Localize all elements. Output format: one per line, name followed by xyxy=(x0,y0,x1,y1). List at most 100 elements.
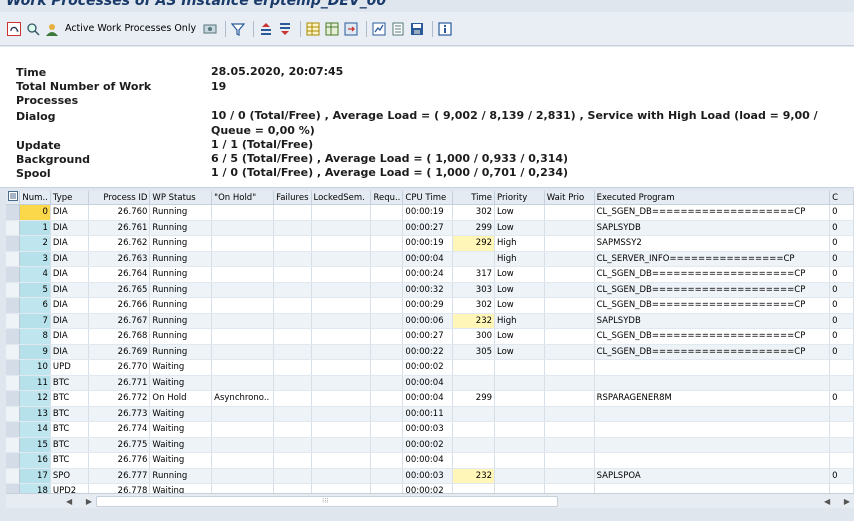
cell-wp-status[interactable]: Waiting xyxy=(149,437,213,453)
cell-executed-program[interactable] xyxy=(594,437,831,453)
cell-requ[interactable] xyxy=(370,359,404,376)
cell-wp-status[interactable]: Waiting xyxy=(149,359,213,376)
save-icon[interactable] xyxy=(409,21,425,37)
cell-cpu-time[interactable]: 00:00:02 xyxy=(402,483,454,493)
cell-on-hold[interactable] xyxy=(211,468,275,484)
column-header-cpu-time[interactable]: CPU Time xyxy=(402,191,454,205)
column-header-process-id[interactable]: Process ID xyxy=(88,191,151,205)
cell-cpu-time[interactable]: 00:00:02 xyxy=(402,437,454,453)
cell-requ[interactable] xyxy=(370,251,404,267)
cell-wp-status[interactable]: Running xyxy=(149,328,213,345)
cell-failures[interactable] xyxy=(273,297,312,314)
cell-c[interactable] xyxy=(829,359,854,376)
cell-cpu-time[interactable]: 00:00:22 xyxy=(402,344,454,360)
cell-c[interactable]: 0 xyxy=(829,313,854,329)
cell-executed-program[interactable]: SAPMSSY2 xyxy=(594,235,831,252)
cell-on-hold[interactable] xyxy=(211,313,275,329)
cell-failures[interactable] xyxy=(273,452,312,469)
cell-failures[interactable] xyxy=(273,235,312,252)
column-header-time[interactable]: Time xyxy=(452,191,496,205)
cell-priority[interactable]: High xyxy=(494,251,545,267)
export-icon[interactable] xyxy=(343,21,359,37)
cell-process-id[interactable]: 26.774 xyxy=(88,421,151,438)
cell-wp-status[interactable]: Waiting xyxy=(149,483,213,493)
cell-num[interactable]: 14 xyxy=(19,421,51,438)
table-row[interactable]: 18 UPD2 26.778 Waiting 00:00:02 xyxy=(6,483,854,493)
cell-locked-sem[interactable] xyxy=(311,452,372,469)
column-header-locked-sem[interactable]: LockedSem. xyxy=(311,191,372,205)
cell-locked-sem[interactable] xyxy=(311,266,372,283)
cell-priority[interactable]: Low xyxy=(494,297,545,314)
cell-locked-sem[interactable] xyxy=(311,359,372,376)
cell-process-id[interactable]: 26.767 xyxy=(88,313,151,329)
horizontal-scrollbar[interactable]: ◀ ▶ ⁝⁝⁝ ◀ ▶ xyxy=(6,493,854,508)
cell-on-hold[interactable] xyxy=(211,266,275,283)
cell-wait-prio[interactable] xyxy=(544,421,595,438)
row-selector[interactable] xyxy=(6,328,21,345)
cell-num[interactable]: 17 xyxy=(19,468,51,484)
cell-c[interactable] xyxy=(829,421,854,438)
cell-process-id[interactable]: 26.766 xyxy=(88,297,151,314)
cell-type[interactable]: DIA xyxy=(50,220,89,236)
cell-locked-sem[interactable] xyxy=(311,344,372,360)
column-header-wait-prio[interactable]: Wait Prio xyxy=(544,191,595,205)
cell-locked-sem[interactable] xyxy=(311,468,372,484)
cell-wp-status[interactable]: Running xyxy=(149,266,213,283)
cell-c[interactable]: 0 xyxy=(829,468,854,484)
row-selector[interactable] xyxy=(6,468,21,484)
cell-c[interactable]: 0 xyxy=(829,328,854,345)
cell-wp-status[interactable]: Running xyxy=(149,468,213,484)
cell-requ[interactable] xyxy=(370,452,404,469)
cell-process-id[interactable]: 26.777 xyxy=(88,468,151,484)
cell-wait-prio[interactable] xyxy=(544,344,595,360)
cell-num[interactable]: 7 xyxy=(19,313,51,329)
cell-priority[interactable] xyxy=(494,359,545,376)
cell-c[interactable]: 0 xyxy=(829,220,854,236)
cell-num[interactable]: 2 xyxy=(19,235,51,252)
cell-priority[interactable] xyxy=(494,390,545,407)
cell-time[interactable]: 300 xyxy=(452,328,496,345)
cell-executed-program[interactable] xyxy=(594,406,831,422)
column-header-requ[interactable]: Requ.. xyxy=(370,191,404,205)
cell-locked-sem[interactable] xyxy=(311,282,372,298)
cell-wait-prio[interactable] xyxy=(544,468,595,484)
cell-num[interactable]: 4 xyxy=(19,266,51,283)
cell-executed-program[interactable]: CL_SERVER_INFO================CP xyxy=(594,251,831,267)
cell-on-hold[interactable] xyxy=(211,220,275,236)
table-row[interactable]: 12 BTC 26.772 On Hold Asynchrono.. 00:00:04 29… xyxy=(6,390,854,407)
cell-type[interactable]: DIA xyxy=(50,297,89,314)
cell-wait-prio[interactable] xyxy=(544,282,595,298)
user-icon[interactable] xyxy=(44,21,60,37)
cell-time[interactable] xyxy=(452,359,496,376)
cell-locked-sem[interactable] xyxy=(311,483,372,493)
cell-type[interactable]: UPD xyxy=(50,359,89,376)
cell-time[interactable]: 317 xyxy=(452,266,496,283)
cell-wp-status[interactable]: Running xyxy=(149,282,213,298)
cell-cpu-time[interactable]: 00:00:27 xyxy=(402,220,454,236)
cell-num[interactable]: 8 xyxy=(19,328,51,345)
cell-executed-program[interactable]: SAPLSYDB xyxy=(594,313,831,329)
cell-requ[interactable] xyxy=(370,483,404,493)
row-selector[interactable] xyxy=(6,390,21,407)
cell-wait-prio[interactable] xyxy=(544,266,595,283)
cell-requ[interactable] xyxy=(370,313,404,329)
cell-priority[interactable]: High xyxy=(494,313,545,329)
cell-time[interactable] xyxy=(452,406,496,422)
cell-time[interactable]: 303 xyxy=(452,282,496,298)
cell-locked-sem[interactable] xyxy=(311,297,372,314)
cell-on-hold[interactable] xyxy=(211,375,275,391)
table-row[interactable]: 1 DIA 26.761 Running 00:00:27 299 Low SAPLSYDB 0 xyxy=(6,220,854,236)
cell-cpu-time[interactable]: 00:00:19 xyxy=(402,204,454,221)
cell-priority[interactable]: Low xyxy=(494,204,545,221)
select-all-icon[interactable] xyxy=(6,191,21,205)
cell-failures[interactable] xyxy=(273,421,312,438)
column-header-priority[interactable]: Priority xyxy=(494,191,545,205)
cell-on-hold[interactable] xyxy=(211,251,275,267)
row-selector[interactable] xyxy=(6,313,21,329)
cell-type[interactable]: DIA xyxy=(50,328,89,345)
cell-type[interactable]: DIA xyxy=(50,313,89,329)
cell-num[interactable]: 1 xyxy=(19,220,51,236)
cell-executed-program[interactable] xyxy=(594,483,831,493)
cell-c[interactable]: 0 xyxy=(829,251,854,267)
table-row[interactable]: 15 BTC 26.775 Waiting 00:00:02 xyxy=(6,437,854,453)
